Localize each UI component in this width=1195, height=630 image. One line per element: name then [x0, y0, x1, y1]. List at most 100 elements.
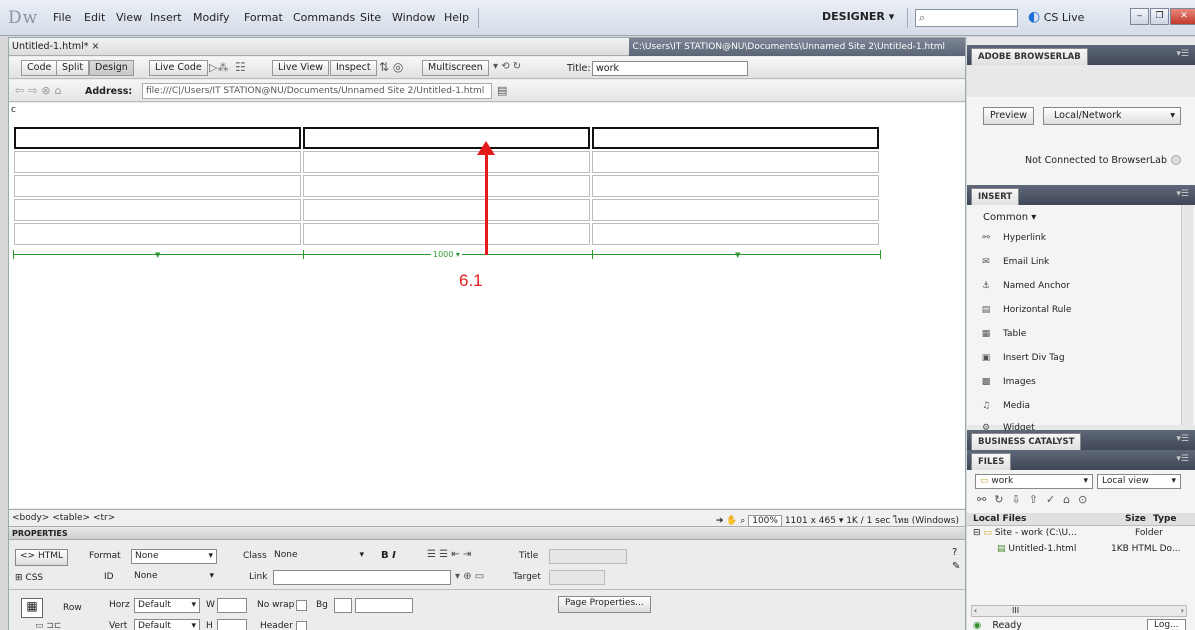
table-cell[interactable] [303, 223, 590, 245]
files-tab[interactable]: FILES [971, 453, 1012, 470]
insert-tab[interactable]: INSERT [971, 188, 1020, 205]
class-select[interactable]: None [271, 549, 367, 564]
tag-selector[interactable]: <body> <table> <tr> [12, 513, 115, 523]
address-options-icon[interactable]: ▤ [497, 84, 507, 97]
css-properties-tab[interactable]: ⊞ CSS [15, 573, 43, 583]
table-cell[interactable] [592, 151, 879, 173]
scroll-thumb[interactable]: III [1012, 606, 1019, 615]
menu-commands[interactable]: Commands [293, 11, 355, 24]
table-row[interactable] [14, 199, 879, 221]
insert-media[interactable]: ♫ Media [979, 401, 1030, 423]
column-width-arrow[interactable]: ▼ [155, 251, 160, 259]
close-button[interactable]: ✕ [1170, 8, 1195, 25]
table-cell[interactable] [592, 223, 879, 245]
files-toolbar-icons[interactable]: ⚯↻⇩⇧✓⌂⊙ [977, 493, 1095, 506]
insert-email-link[interactable]: ✉ Email Link [979, 257, 1049, 279]
local-files-column[interactable]: Local Files [973, 514, 1026, 524]
bold-italic-buttons[interactable]: B I [381, 550, 396, 561]
insert-div-tag[interactable]: ▣ Insert Div Tag [979, 353, 1065, 375]
table-row[interactable] [14, 175, 879, 197]
log-button[interactable]: Log... [1147, 619, 1186, 630]
merge-split-icons[interactable]: ▭ ⊐⊏ [35, 621, 61, 630]
scroll-right-icon[interactable]: › [1181, 606, 1184, 615]
browser-preview-icon[interactable]: ⇅ ◎ [379, 60, 403, 74]
panel-menu-icon[interactable]: ▾☰ [1176, 49, 1189, 59]
files-hscrollbar[interactable]: ‹ III › [971, 605, 1187, 617]
live-view-button[interactable]: Live View [272, 60, 329, 76]
menu-help[interactable]: Help [444, 11, 469, 24]
bg-color-input[interactable] [355, 598, 413, 613]
menu-insert[interactable]: Insert [150, 11, 182, 24]
browserlab-tab[interactable]: ADOBE BROWSERLAB [971, 48, 1088, 65]
design-view-button[interactable]: Design [89, 60, 134, 76]
code-view-button[interactable]: Code [21, 60, 58, 76]
restore-button[interactable]: ❐ [1150, 8, 1169, 25]
table-cell[interactable] [14, 223, 301, 245]
design-canvas[interactable]: c ▼ ▼ ▼ 100 [9, 103, 965, 508]
table-cell[interactable] [14, 151, 301, 173]
header-checkbox[interactable] [296, 621, 307, 630]
bg-color-picker[interactable] [334, 598, 352, 613]
preview-icon[interactable]: ☷ [235, 60, 246, 74]
table-cell[interactable] [303, 175, 590, 197]
check-compat-icon[interactable]: ▷⁂ [209, 61, 228, 74]
panel-menu-icon[interactable]: ▾☰ [1176, 189, 1189, 199]
quick-tag-editor-icon[interactable]: ✎ [952, 561, 960, 572]
table-cell[interactable] [303, 199, 590, 221]
insert-scrollbar[interactable] [1181, 205, 1193, 425]
menu-site[interactable]: Site [360, 11, 381, 24]
link-input[interactable] [273, 570, 451, 585]
insert-category-select[interactable]: Common ▾ [983, 212, 1036, 223]
id-select[interactable]: None [131, 570, 217, 585]
table-cell[interactable] [14, 127, 301, 149]
refresh-icon[interactable]: ▾ ⟲ ↻ [493, 61, 521, 72]
size-column[interactable]: Size [1125, 514, 1146, 524]
preview-button[interactable]: Preview [983, 107, 1034, 125]
browser-nav-icons[interactable]: ⇦⇨⊗⌂ [15, 84, 66, 97]
table-cell[interactable] [303, 127, 590, 149]
menu-view[interactable]: View [116, 11, 142, 24]
format-select[interactable]: None [131, 549, 217, 564]
width-input[interactable] [217, 598, 247, 613]
page-title-input[interactable]: work [592, 61, 748, 76]
html-properties-tab[interactable]: <> HTML [15, 549, 68, 566]
type-column[interactable]: Type [1153, 514, 1176, 524]
table-row[interactable] [14, 151, 879, 173]
insert-hyperlink[interactable]: ⚯ Hyperlink [979, 233, 1046, 255]
list-indent-icons[interactable]: ☰ ☰ ⇤ ⇥ [427, 549, 471, 560]
view-select[interactable]: Local view ▾ [1097, 474, 1181, 489]
table-row[interactable] [14, 223, 879, 245]
workspace-switcher[interactable]: DESIGNER ▾ [822, 10, 894, 23]
files-row-html[interactable]: ▤ Untitled-1.html 1KB HTML Do... [997, 544, 1187, 554]
menu-format[interactable]: Format [244, 11, 283, 24]
target-select[interactable] [549, 570, 605, 585]
table-cell[interactable] [14, 175, 301, 197]
page-properties-button[interactable]: Page Properties... [558, 596, 651, 613]
multiscreen-button[interactable]: Multiscreen [422, 60, 489, 76]
live-code-button[interactable]: Live Code [149, 60, 208, 76]
insert-images[interactable]: ▩ Images [979, 377, 1036, 399]
table-row[interactable] [14, 127, 879, 149]
cs-live-button[interactable]: ◐ CS Live [1028, 9, 1084, 25]
menu-modify[interactable]: Modify [193, 11, 229, 24]
help-search-input[interactable]: ⌕ [915, 9, 1018, 27]
table-cell[interactable] [303, 151, 590, 173]
table-cell[interactable] [592, 175, 879, 197]
address-input[interactable]: file:///C|/Users/IT STATION@NU/Documents… [142, 83, 492, 99]
zoom-select[interactable]: 100% [748, 515, 782, 527]
horz-select[interactable]: Default [134, 598, 200, 613]
scroll-left-icon[interactable]: ‹ [974, 606, 977, 615]
menu-edit[interactable]: Edit [84, 11, 105, 24]
column-width-arrow[interactable]: ▼ [735, 251, 740, 259]
table-width-indicator[interactable]: ▼ ▼ ▼ 1000 ▾ [13, 248, 881, 262]
table-cell[interactable] [14, 199, 301, 221]
collapse-icon[interactable]: ⊟ [973, 528, 981, 538]
table-cell[interactable] [592, 199, 879, 221]
menu-file[interactable]: File [53, 11, 71, 24]
panel-menu-icon[interactable]: ▾☰ [1176, 454, 1189, 464]
table-cell[interactable] [592, 127, 879, 149]
inspect-button[interactable]: Inspect [330, 60, 377, 76]
nowrap-checkbox[interactable] [296, 600, 307, 611]
insert-horizontal-rule[interactable]: ▤ Horizontal Rule [979, 305, 1072, 327]
document-tab[interactable]: Untitled-1.html* × [12, 41, 99, 52]
